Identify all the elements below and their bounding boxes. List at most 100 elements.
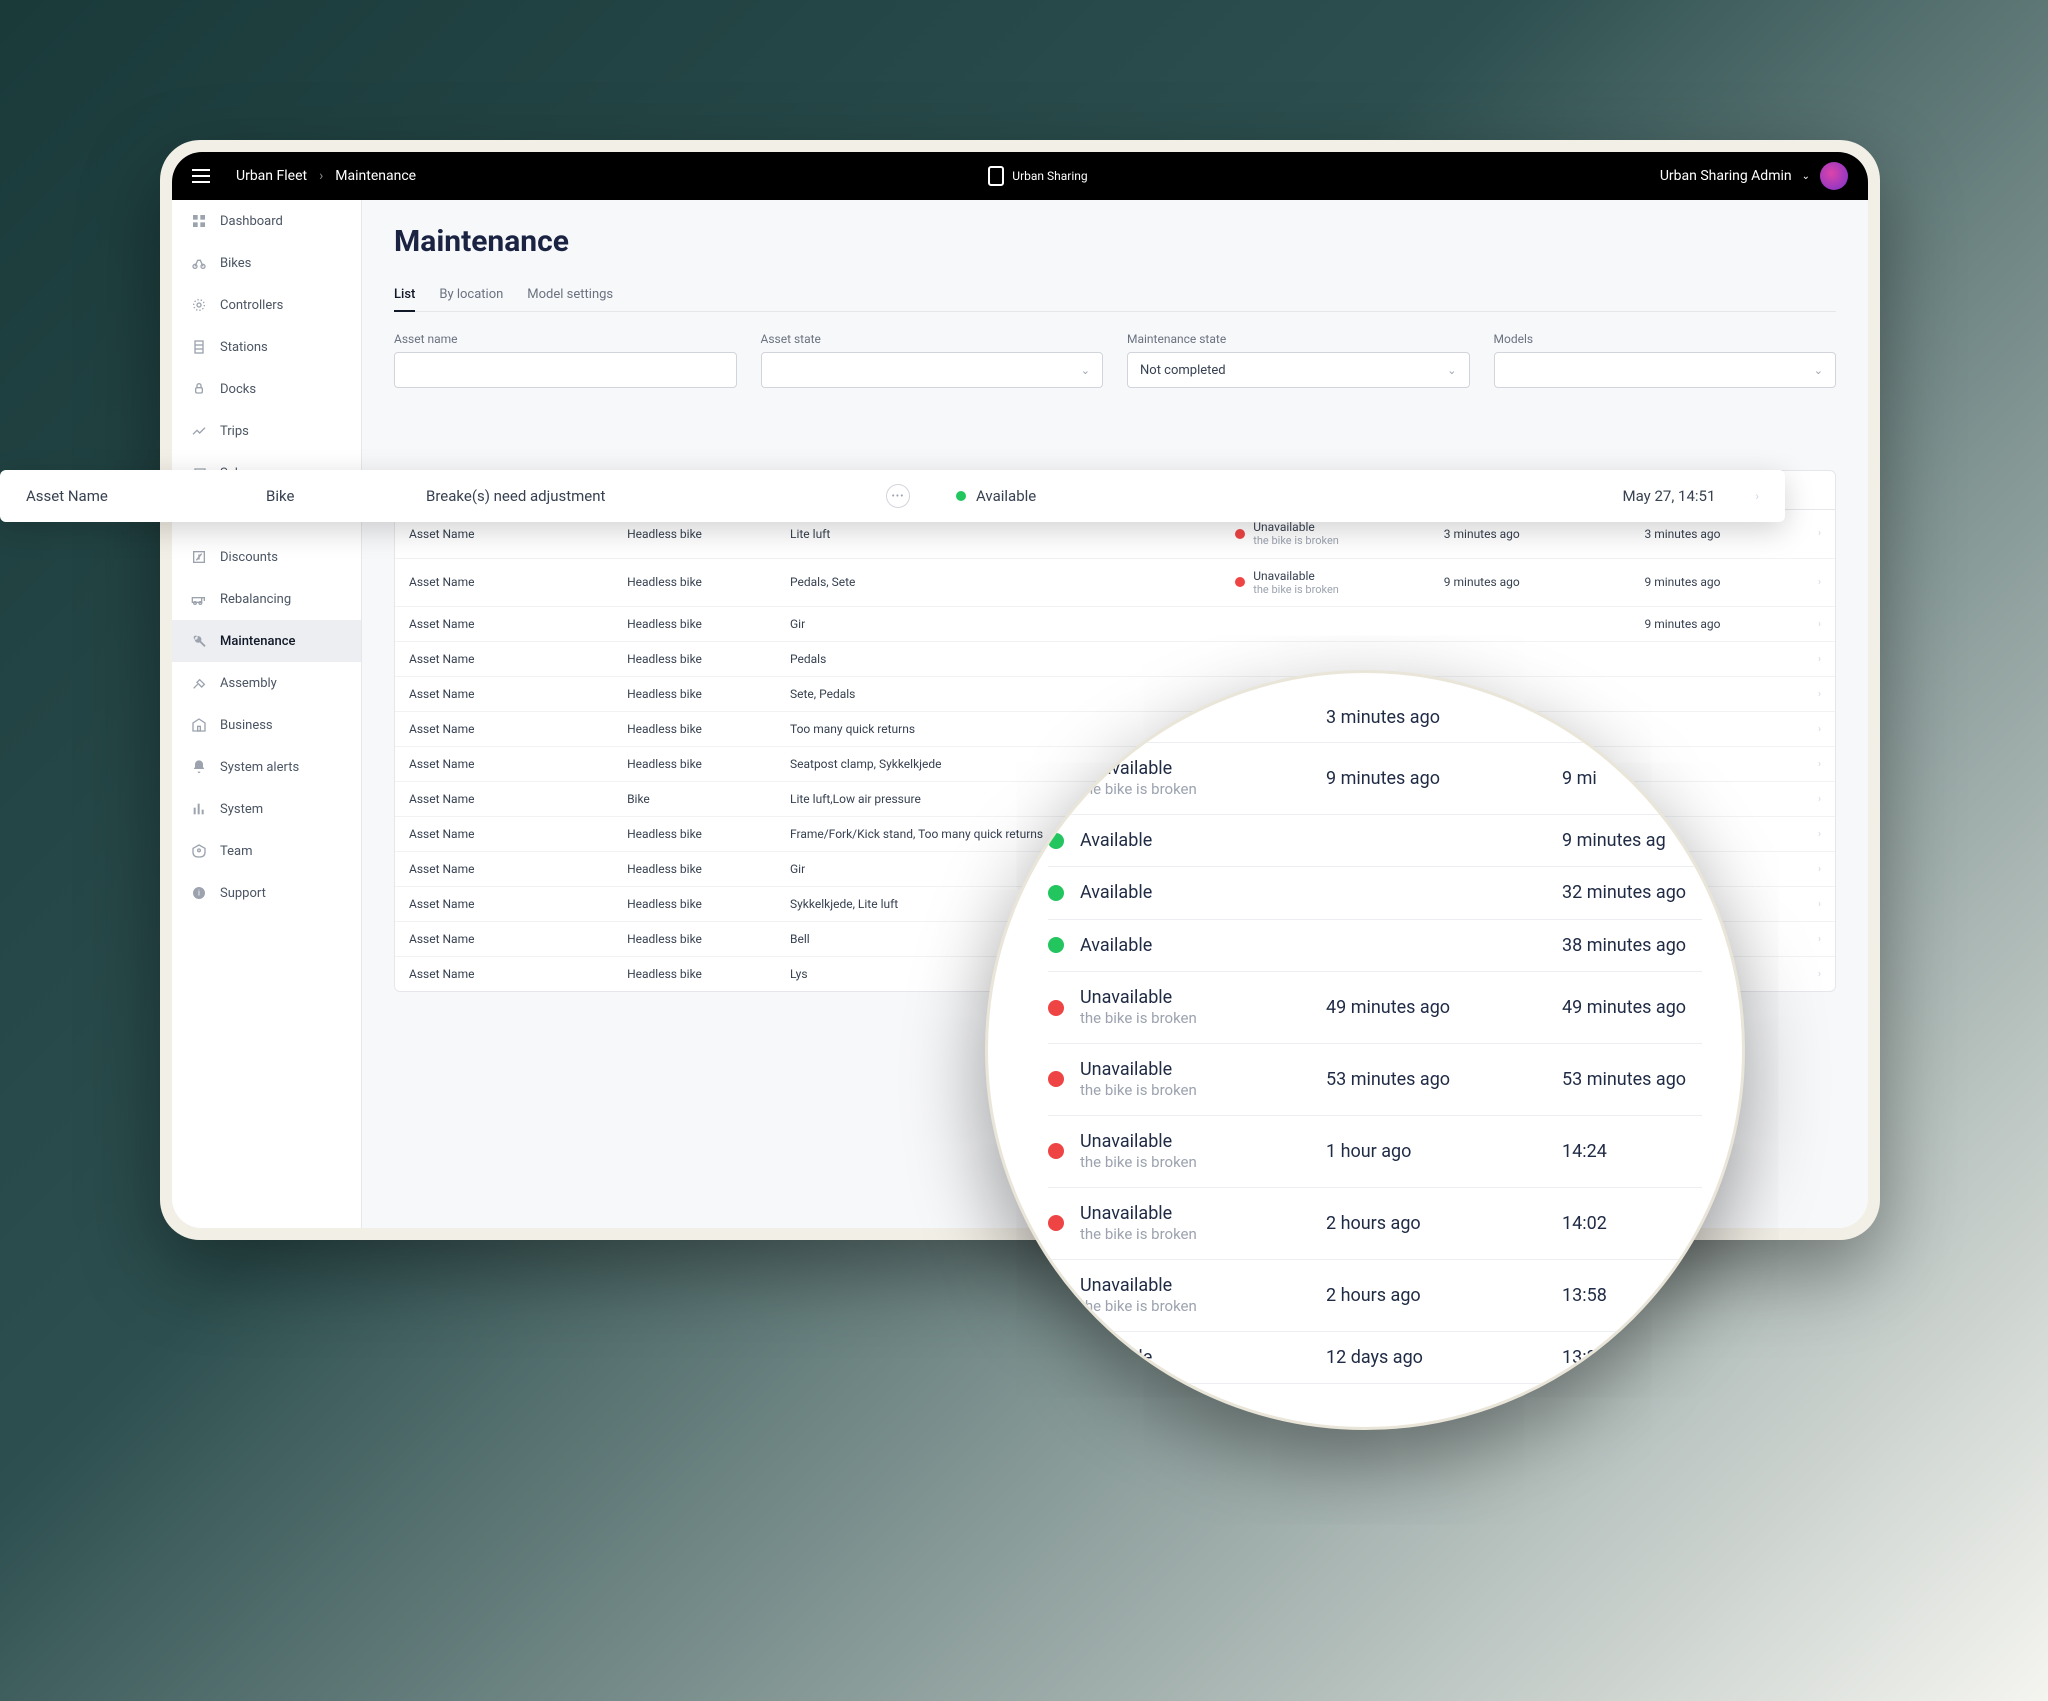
filter-label-asset-state: Asset state: [761, 332, 1104, 346]
hamburger-icon[interactable]: [192, 169, 216, 183]
sidebar-item-dashboard[interactable]: Dashboard: [172, 200, 361, 242]
filter-label-asset-name: Asset name: [394, 332, 737, 346]
tab-list[interactable]: List: [394, 279, 415, 312]
maintenance-state-value: Not completed: [1140, 363, 1226, 378]
chevron-right-icon: ›: [1804, 922, 1835, 957]
table-row[interactable]: Asset NameHeadless bikeToo many quick re…: [395, 712, 1835, 747]
asset-state-select[interactable]: ⌄: [761, 352, 1104, 388]
team-icon: [190, 842, 208, 860]
topbar: Urban Fleet › Maintenance Urban Sharing …: [172, 152, 1868, 200]
cell-updated: [1631, 712, 1804, 747]
mag-updated: 9 mi: [1562, 768, 1597, 789]
state-label: Unavailable: [1253, 520, 1339, 534]
sidebar-item-label: Docks: [220, 382, 256, 397]
sidebar-item-trips[interactable]: Trips: [172, 410, 361, 452]
sidebar-item-label: Assembly: [220, 676, 277, 691]
cell-asset-name: Asset Name: [395, 922, 613, 957]
sidebar-item-docks[interactable]: Docks: [172, 368, 361, 410]
cell-updated: [1631, 677, 1804, 712]
floating-row-preview[interactable]: Asset Name Bike Breake(s) need adjustmen…: [0, 470, 1785, 522]
chevron-right-icon: ›: [1755, 489, 1759, 503]
chevron-right-icon: ›: [1804, 957, 1835, 992]
mag-updated: 14:02: [1562, 1213, 1607, 1234]
sidebar-item-label: Maintenance: [220, 634, 295, 649]
mag-state: Available: [1080, 881, 1310, 904]
sidebar-item-label: Controllers: [220, 298, 283, 313]
cell-asset-type: Headless bike: [613, 747, 776, 782]
sidebar-item-assembly[interactable]: Assembly: [172, 662, 361, 704]
sidebar-item-support[interactable]: iSupport: [172, 872, 361, 914]
more-icon[interactable]: •••: [886, 484, 910, 508]
cell-asset-type: Headless bike: [613, 712, 776, 747]
cell-asset-type: Headless bike: [613, 887, 776, 922]
cell-since: 9 minutes ago: [1430, 558, 1631, 607]
filter-label-models: Models: [1494, 332, 1837, 346]
models-select[interactable]: ⌄: [1494, 352, 1837, 388]
sidebar-item-system[interactable]: System: [172, 788, 361, 830]
table-row[interactable]: Asset NameHeadless bikePedals›: [395, 642, 1835, 677]
mag-state: Available: [1080, 934, 1310, 957]
sidebar-item-label: Dashboard: [220, 214, 283, 229]
mag-updated: 13:58: [1562, 1285, 1607, 1306]
state-sublabel: the bike is broken: [1253, 583, 1339, 596]
sidebar-item-label: Stations: [220, 340, 268, 355]
tab-by-location[interactable]: By location: [439, 279, 503, 311]
mag-state: Unavailable: [1080, 1058, 1310, 1081]
sidebar-item-discounts[interactable]: Discounts: [172, 536, 361, 578]
table-row[interactable]: Asset NameHeadless bikeGir9 minutes ago›: [395, 607, 1835, 642]
sidebar-item-label: Business: [220, 718, 273, 733]
chevron-right-icon: ›: [319, 168, 323, 184]
cell-asset-type: Headless bike: [613, 852, 776, 887]
mag-since: 3 minutes ago: [1326, 707, 1546, 728]
chevron-down-icon: ⌄: [1447, 364, 1456, 377]
asset-name-input[interactable]: [394, 352, 737, 388]
chevron-right-icon: ›: [1804, 887, 1835, 922]
floating-state: Available: [976, 487, 1036, 505]
table-row[interactable]: Asset NameHeadless bikePedals, SeteUnava…: [395, 558, 1835, 607]
chevron-right-icon: ›: [1804, 852, 1835, 887]
sidebar-item-label: Support: [220, 886, 266, 901]
chevron-down-icon[interactable]: ⌄: [1802, 171, 1810, 182]
chevron-right-icon: ›: [1804, 558, 1835, 607]
cell-damage: Sete, Pedals: [776, 677, 1221, 712]
mag-state: Unavailable: [1080, 1274, 1310, 1297]
cell-state: [1221, 607, 1430, 642]
sidebar-item-stations[interactable]: Stations: [172, 326, 361, 368]
mag-state: Unavailable: [1080, 1130, 1310, 1153]
sidebar-item-maintenance[interactable]: Maintenance: [172, 620, 361, 662]
cell-asset-name: Asset Name: [395, 817, 613, 852]
sidebar-item-business[interactable]: Business: [172, 704, 361, 746]
table-row[interactable]: Asset NameHeadless bikeSete, Pedals›: [395, 677, 1835, 712]
docks-icon: [190, 380, 208, 398]
status-dot-icon: [1048, 1287, 1064, 1303]
trips-icon: [190, 422, 208, 440]
magnifier-row: Unavailablethe bike is broken49 minutes …: [1048, 972, 1702, 1044]
mag-state: Available: [1080, 829, 1310, 852]
sidebar-item-bikes[interactable]: Bikes: [172, 242, 361, 284]
sidebar-item-team[interactable]: Team: [172, 830, 361, 872]
state-label: Unavailable: [1253, 569, 1339, 583]
magnifier-overlay: oken3 minutes agoUnavailablethe bike is …: [985, 670, 1745, 1430]
cell-state: Unavailablethe bike is broken: [1221, 558, 1430, 607]
maintenance-state-select[interactable]: Not completed ⌄: [1127, 352, 1470, 388]
mag-updated: 38 minutes ago: [1562, 935, 1686, 956]
magnifier-row: Available 9 minutes ag: [1048, 815, 1702, 867]
assembly-icon: [190, 674, 208, 692]
floating-asset-name: Asset Name: [26, 487, 108, 505]
chevron-down-icon: ⌄: [1081, 364, 1090, 377]
mag-substate: the bike is broken: [1080, 1225, 1310, 1245]
sidebar-item-system-alerts[interactable]: System alerts: [172, 746, 361, 788]
user-name[interactable]: Urban Sharing Admin: [1660, 168, 1792, 184]
mag-since: 1 hour ago: [1326, 1141, 1546, 1162]
stations-icon: [190, 338, 208, 356]
mag-substate: the bike is broken: [1080, 1297, 1310, 1317]
mag-state: Unavailable: [1080, 986, 1310, 1009]
cell-asset-type: Bike: [613, 782, 776, 817]
sidebar-item-controllers[interactable]: Controllers: [172, 284, 361, 326]
sidebar-item-rebalancing[interactable]: Rebalancing: [172, 578, 361, 620]
tab-model-settings[interactable]: Model settings: [527, 279, 613, 311]
avatar[interactable]: [1820, 162, 1848, 190]
mag-updated: 9 minutes ag: [1562, 830, 1666, 851]
floating-asset-type: Bike: [266, 487, 294, 505]
breadcrumb-root[interactable]: Urban Fleet: [236, 168, 307, 184]
